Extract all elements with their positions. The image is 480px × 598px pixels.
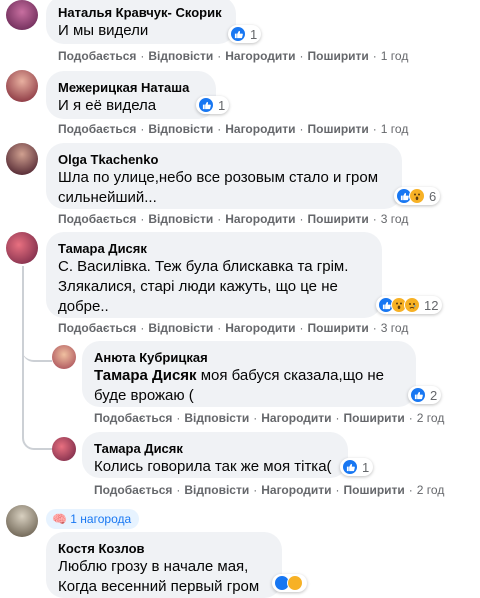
timestamp[interactable]: 2 год [417, 411, 445, 425]
reaction-summary[interactable]: 1 [196, 96, 230, 114]
reaction-count: 6 [429, 188, 437, 204]
avatar[interactable] [6, 143, 38, 175]
award-badge[interactable]: 🧠 1 нагорода [46, 509, 140, 529]
comment-author[interactable]: Межерицкая Наташа [58, 79, 204, 96]
comment-bubble: Тамара Дисяк Колись говорила так же моя … [82, 432, 348, 478]
share-button[interactable]: Поширити [344, 483, 405, 497]
share-button[interactable]: Поширити [308, 212, 369, 226]
like-button[interactable]: Подобається [58, 212, 136, 226]
reply-button[interactable]: Відповісти [148, 212, 213, 226]
avatar[interactable] [6, 70, 38, 102]
comment-actions: Подобається · Відповісти · Нагородити · Пошири… [58, 321, 409, 335]
comment-actions: Подобається · Відповісти · Нагородити · Пошири… [58, 49, 409, 63]
timestamp[interactable]: 1 год [381, 122, 409, 136]
reply-button[interactable]: Відповісти [148, 321, 213, 335]
share-button[interactable]: Поширити [308, 49, 369, 63]
comment-bubble: Костя Козлов Люблю грозу в начале мая, К… [46, 532, 282, 598]
comment-author[interactable]: Наталья Кравчук- Скорик [58, 4, 224, 21]
comment-text: И я её видела [58, 97, 157, 114]
comment-text-line: сильнейший... [58, 189, 157, 206]
comment-bubble: Наталья Кравчук- Скорик И мы видели [46, 0, 236, 44]
reward-button[interactable]: Нагородити [225, 122, 295, 136]
like-button[interactable]: Подобається [94, 483, 172, 497]
comment-author[interactable]: Тамара Дисяк [58, 240, 370, 257]
timestamp[interactable]: 3 год [381, 212, 409, 226]
reaction-count: 1 [362, 459, 370, 475]
comment-bubble: Olga Tkachenko Шла по улице,небо все роз… [46, 143, 402, 209]
like-icon [230, 26, 246, 42]
avatar[interactable] [6, 232, 38, 264]
comment-actions: Подобається · Відповісти · Нагородити · Пошири… [58, 122, 409, 136]
reaction-count: 1 [218, 97, 226, 113]
reply-button[interactable]: Відповісти [148, 122, 213, 136]
reward-button[interactable]: Нагородити [225, 321, 295, 335]
mention-link[interactable]: Тамара Дисяк [94, 367, 197, 384]
reaction-count: 12 [424, 297, 439, 313]
like-button[interactable]: Подобається [58, 49, 136, 63]
comment-text-line: Люблю грозу в начале мая, [58, 558, 249, 575]
reply-button[interactable]: Відповісти [184, 483, 249, 497]
comment-bubble: Тамара Дисяк С. Василівка. Теж була блис… [46, 232, 382, 318]
avatar[interactable] [52, 345, 76, 369]
reaction-summary[interactable] [272, 574, 307, 592]
reward-button[interactable]: Нагородити [261, 411, 331, 425]
comment-text: Колись говорила так же моя тітка( [94, 458, 332, 475]
timestamp[interactable]: 3 год [381, 321, 409, 335]
avatar[interactable] [6, 505, 38, 537]
reaction-summary[interactable]: 2 [408, 386, 442, 404]
comment-actions: Подобається · Відповісти · Нагородити · Пошири… [94, 483, 445, 497]
like-button[interactable]: Подобається [58, 122, 136, 136]
thread-connector [22, 340, 52, 362]
comment-bubble: Межерицкая Наташа И я её видела [46, 71, 216, 119]
reward-button[interactable]: Нагородити [225, 49, 295, 63]
reaction-count: 1 [250, 26, 258, 42]
comment-text-line: Шла по улице,небо все розовым стало и гр… [58, 169, 379, 186]
comment-author[interactable]: Костя Козлов [58, 540, 270, 557]
timestamp[interactable]: 1 год [381, 49, 409, 63]
award-label: 1 нагорода [70, 512, 132, 526]
timestamp[interactable]: 2 год [417, 483, 445, 497]
reaction-summary[interactable]: 6 [394, 187, 441, 205]
comment-bubble: Анюта Кубрицкая Тамара Дисяк моя бабуся … [82, 341, 416, 407]
comment-actions: Подобається · Відповісти · Нагородити · Пошири… [94, 411, 445, 425]
like-button[interactable]: Подобається [94, 411, 172, 425]
comment-text-line: С. Василівка. Теж була блискавка та грім… [58, 258, 349, 275]
reaction-summary[interactable]: 1 [228, 25, 262, 43]
comment-author[interactable]: Olga Tkachenko [58, 151, 390, 168]
share-button[interactable]: Поширити [344, 411, 405, 425]
reaction-summary[interactable]: 1 [340, 458, 374, 476]
like-icon [198, 97, 214, 113]
comment-text-line: Когда весенний первый гром [58, 578, 260, 595]
avatar[interactable] [52, 437, 76, 461]
wow-icon [287, 575, 303, 591]
reward-button[interactable]: Нагородити [261, 483, 331, 497]
award-icon: 🧠 [52, 512, 67, 526]
reward-button[interactable]: Нагородити [225, 212, 295, 226]
like-icon [410, 387, 426, 403]
avatar[interactable] [6, 0, 38, 30]
comment-text-line: Злякалися, старі люди кажуть, що це не [58, 278, 338, 295]
comment-author[interactable]: Тамара Дисяк [94, 440, 336, 457]
comment-text-line: добре.. [58, 298, 109, 315]
reaction-summary[interactable]: 12 [376, 296, 443, 314]
like-icon [342, 459, 358, 475]
comment-text: И мы видели [58, 22, 149, 39]
reaction-count: 2 [430, 387, 438, 403]
thread-connector [22, 428, 54, 450]
sad-icon [404, 297, 420, 313]
share-button[interactable]: Поширити [308, 122, 369, 136]
comment-actions: Подобається · Відповісти · Нагородити · Пошири… [58, 212, 409, 226]
reply-button[interactable]: Відповісти [148, 49, 213, 63]
wow-icon [409, 188, 425, 204]
comment-author[interactable]: Анюта Кубрицкая [94, 349, 404, 366]
share-button[interactable]: Поширити [308, 321, 369, 335]
reply-button[interactable]: Відповісти [184, 411, 249, 425]
comment-text-line: буде врожаю ( [94, 387, 194, 404]
comment-text-line: моя бабуся сказала,що не [196, 367, 385, 384]
like-button[interactable]: Подобається [58, 321, 136, 335]
